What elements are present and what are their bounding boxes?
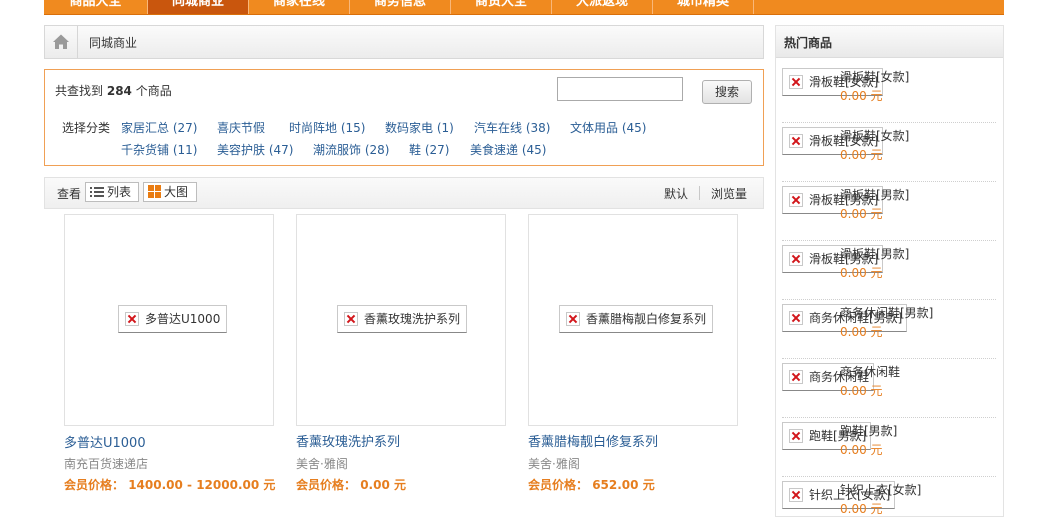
broken-image-placeholder: 香薰腊梅靓白修复系列 bbox=[559, 305, 714, 333]
hot-item-name[interactable]: 滑板鞋[男款] bbox=[840, 186, 909, 203]
divider bbox=[782, 240, 996, 241]
broken-image-icon bbox=[789, 487, 803, 502]
divider bbox=[782, 417, 996, 418]
product-store[interactable]: 美舍·雅阁 bbox=[528, 455, 580, 472]
divider bbox=[782, 358, 996, 359]
hot-item-price: 0.00 元 bbox=[840, 502, 883, 516]
hot-item-price: 0.00 元 bbox=[840, 443, 883, 457]
nav-tab-cashback[interactable]: 大派返现 bbox=[552, 0, 653, 14]
hot-item-name[interactable]: 商务休闲鞋 bbox=[840, 363, 900, 380]
product-store[interactable]: 美舍·雅阁 bbox=[296, 455, 348, 472]
product-name[interactable]: 香薰腊梅靓白修复系列 bbox=[528, 431, 658, 450]
broken-image-icon bbox=[789, 192, 803, 207]
product-price: 会员价格： 652.00 元 bbox=[528, 478, 655, 492]
category-link[interactable]: 时尚阵地 (15) bbox=[289, 119, 365, 136]
category-link[interactable]: 喜庆节假 bbox=[217, 119, 265, 136]
list-view-button[interactable]: 列表 bbox=[85, 182, 139, 202]
divider bbox=[782, 181, 996, 182]
broken-image-placeholder: 多普达U1000 bbox=[118, 305, 228, 333]
broken-image-icon bbox=[789, 310, 803, 325]
broken-image-icon bbox=[566, 311, 580, 326]
broken-image-placeholder: 香薰玫瑰洗护系列 bbox=[337, 305, 468, 333]
nav-tab-trade[interactable]: 商贸大全 bbox=[451, 0, 552, 14]
product-store[interactable]: 南充百货速递店 bbox=[64, 455, 148, 472]
category-link[interactable]: 美食速递 (45) bbox=[470, 141, 546, 158]
view-toolbar: 查看 列表 大图 默认 浏览量 bbox=[44, 177, 764, 209]
nav-tab-business-info[interactable]: 商务信息 bbox=[350, 0, 451, 14]
hot-item-price: 0.00 元 bbox=[840, 325, 883, 339]
product-name[interactable]: 香薰玫瑰洗护系列 bbox=[296, 431, 400, 450]
broken-image-icon bbox=[344, 311, 358, 326]
category-link[interactable]: 文体用品 (45) bbox=[570, 119, 646, 136]
category-link[interactable]: 鞋 (27) bbox=[409, 141, 449, 158]
product-image[interactable]: 香薰玫瑰洗护系列 bbox=[296, 214, 506, 426]
category-link[interactable]: 汽车在线 (38) bbox=[474, 119, 550, 136]
search-button[interactable]: 搜索 bbox=[702, 80, 752, 104]
broken-image-icon bbox=[125, 311, 139, 326]
list-icon bbox=[90, 186, 104, 197]
divider bbox=[782, 476, 996, 477]
broken-image-icon bbox=[789, 428, 803, 443]
hot-item-price: 0.00 元 bbox=[840, 384, 883, 398]
view-label: 查看 bbox=[57, 187, 82, 201]
product-name[interactable]: 多普达U1000 bbox=[64, 432, 146, 451]
hot-item-name[interactable]: 针织上衣[女款] bbox=[840, 481, 921, 498]
sort-by-views[interactable]: 浏览量 bbox=[711, 185, 747, 202]
hot-item-name[interactable]: 跑鞋[男款] bbox=[840, 422, 897, 439]
hot-item-name[interactable]: 滑板鞋[男款] bbox=[840, 245, 909, 262]
product-price: 会员价格： 0.00 元 bbox=[296, 478, 406, 492]
top-nav: 商品大全 同城商业 商家在线 商务信息 商贸大全 大派返现 城市精英 bbox=[44, 0, 1004, 15]
grid-view-button[interactable]: 大图 bbox=[143, 182, 197, 202]
divider bbox=[782, 299, 996, 300]
hot-products-panel: 热门商品 滑板鞋[女款] 滑板鞋[女款] 0.00 元 滑板鞋[女款] 滑板鞋[… bbox=[775, 25, 1004, 517]
nav-tab-elite[interactable]: 城市精英 bbox=[653, 0, 754, 14]
category-link[interactable]: 数码家电 (1) bbox=[385, 119, 454, 136]
category-link[interactable]: 美容护肤 (47) bbox=[217, 141, 293, 158]
breadcrumb-current: 同城商业 bbox=[89, 36, 138, 50]
result-count-number: 284 bbox=[106, 84, 132, 98]
breadcrumb: 同城商业 bbox=[44, 25, 764, 59]
hot-item-name[interactable]: 滑板鞋[女款] bbox=[840, 68, 909, 85]
home-link[interactable] bbox=[45, 26, 78, 58]
product-price: 会员价格： 1400.00 - 12000.00 元 bbox=[64, 478, 276, 492]
nav-tab-local-business[interactable]: 同城商业 bbox=[148, 0, 249, 14]
category-label: 选择分类 bbox=[62, 121, 111, 135]
product-image[interactable]: 香薰腊梅靓白修复系列 bbox=[528, 214, 738, 426]
result-count: 共查找到 284 个商品 bbox=[55, 84, 172, 98]
broken-image-icon bbox=[789, 74, 803, 89]
broken-image-icon bbox=[789, 133, 803, 148]
category-link[interactable]: 千杂货铺 (11) bbox=[121, 141, 197, 158]
hot-item-price: 0.00 元 bbox=[840, 207, 883, 221]
hot-item-price: 0.00 元 bbox=[840, 148, 883, 162]
search-filter-panel: 共查找到 284 个商品 搜索 选择分类 家居汇总 (27) 喜庆节假 时尚阵地… bbox=[44, 69, 764, 166]
hot-products-title: 热门商品 bbox=[784, 36, 833, 50]
broken-image-icon bbox=[789, 369, 803, 384]
category-link[interactable]: 潮流服饰 (28) bbox=[313, 141, 389, 158]
home-icon bbox=[53, 34, 69, 49]
hot-item-name[interactable]: 商务休闲鞋[男款] bbox=[840, 304, 933, 321]
search-input[interactable] bbox=[557, 77, 683, 101]
category-link[interactable]: 家居汇总 (27) bbox=[121, 119, 197, 136]
hot-item-price: 0.00 元 bbox=[840, 89, 883, 103]
hot-products-header: 热门商品 bbox=[776, 26, 1003, 58]
divider bbox=[782, 122, 996, 123]
broken-image-icon bbox=[789, 251, 803, 266]
sort-divider bbox=[699, 186, 700, 200]
grid-icon bbox=[148, 185, 161, 198]
hot-item-name[interactable]: 滑板鞋[女款] bbox=[840, 127, 909, 144]
product-image[interactable]: 多普达U1000 bbox=[64, 214, 274, 426]
hot-item-price: 0.00 元 bbox=[840, 266, 883, 280]
sort-default[interactable]: 默认 bbox=[664, 185, 688, 202]
nav-tab-all-goods[interactable]: 商品大全 bbox=[44, 0, 148, 14]
nav-tab-merchants-online[interactable]: 商家在线 bbox=[249, 0, 350, 14]
